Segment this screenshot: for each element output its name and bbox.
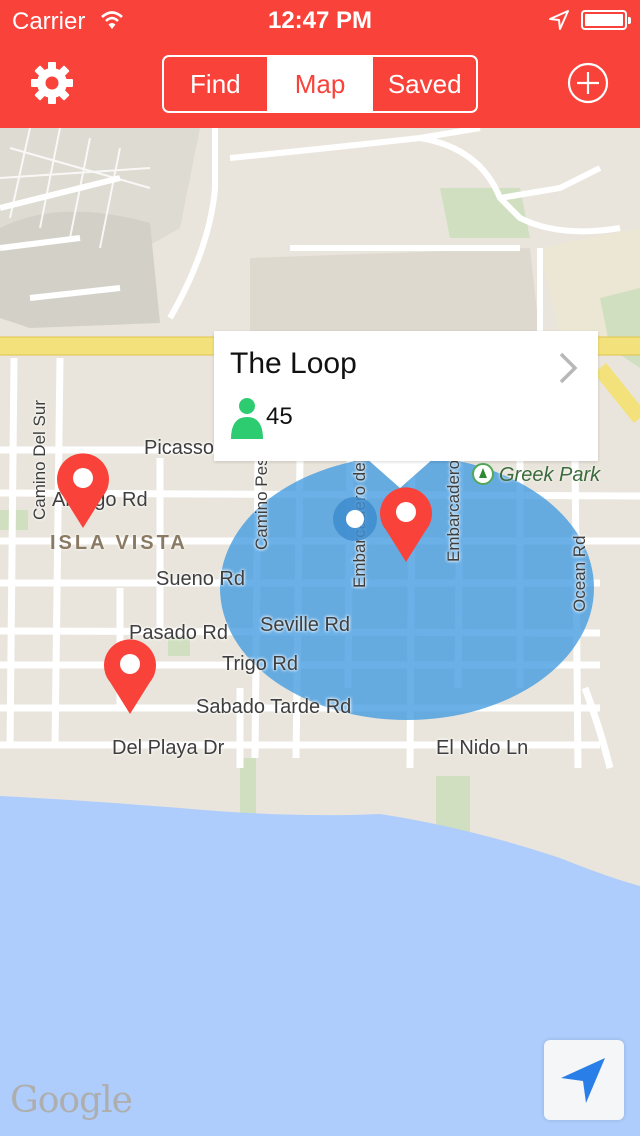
app-header: Carrier 12:47 PM Find Map Saved xyxy=(0,0,640,128)
road-label: Ocean Rd xyxy=(570,535,589,612)
area-label: ISLA VISTA xyxy=(50,532,188,554)
google-logo: Google xyxy=(10,1080,133,1121)
park-icon xyxy=(472,463,494,485)
callout-tail xyxy=(366,458,434,488)
place-callout[interactable]: The Loop 45 xyxy=(214,331,598,461)
location-arrow-icon xyxy=(549,10,569,30)
road-label: Del Playa Dr xyxy=(112,737,225,759)
callout-count: 45 xyxy=(266,403,293,430)
person-icon xyxy=(231,398,263,439)
tab-map[interactable]: Map xyxy=(268,57,374,111)
status-time: 12:47 PM xyxy=(267,7,373,34)
road-label: El Nido Ln xyxy=(436,737,529,759)
map-view[interactable]: Picasso Abrego Rd ISLA VISTA Sueno Rd Pa… xyxy=(0,128,640,1136)
chevron-right-icon[interactable] xyxy=(556,351,580,385)
status-bar: Carrier 12:47 PM xyxy=(0,0,640,40)
map-pin-icon[interactable] xyxy=(102,636,158,716)
tab-saved[interactable]: Saved xyxy=(373,57,476,111)
map-pin-icon[interactable] xyxy=(55,450,111,530)
plus-circle-icon[interactable] xyxy=(567,62,609,104)
park-label: Greek Park xyxy=(499,464,601,486)
road-label: Seville Rd xyxy=(260,614,351,636)
road-label: Camino Del Sur xyxy=(30,400,49,520)
view-segmented-control: Find Map Saved xyxy=(162,55,478,113)
road-label: Picasso xyxy=(144,437,215,459)
navigation-arrow-icon xyxy=(561,1058,605,1103)
tab-find[interactable]: Find xyxy=(164,57,269,111)
battery-icon xyxy=(581,10,631,30)
map-pin-icon[interactable] xyxy=(378,484,434,564)
current-location-button[interactable] xyxy=(544,1040,624,1120)
road-label: Trigo Rd xyxy=(222,653,298,675)
road-label: Sabado Tarde Rd xyxy=(196,696,352,718)
current-location-dot xyxy=(333,497,377,541)
gear-icon[interactable] xyxy=(30,61,74,105)
road-label: Sueno Rd xyxy=(156,568,245,590)
callout-title: The Loop xyxy=(230,347,357,380)
